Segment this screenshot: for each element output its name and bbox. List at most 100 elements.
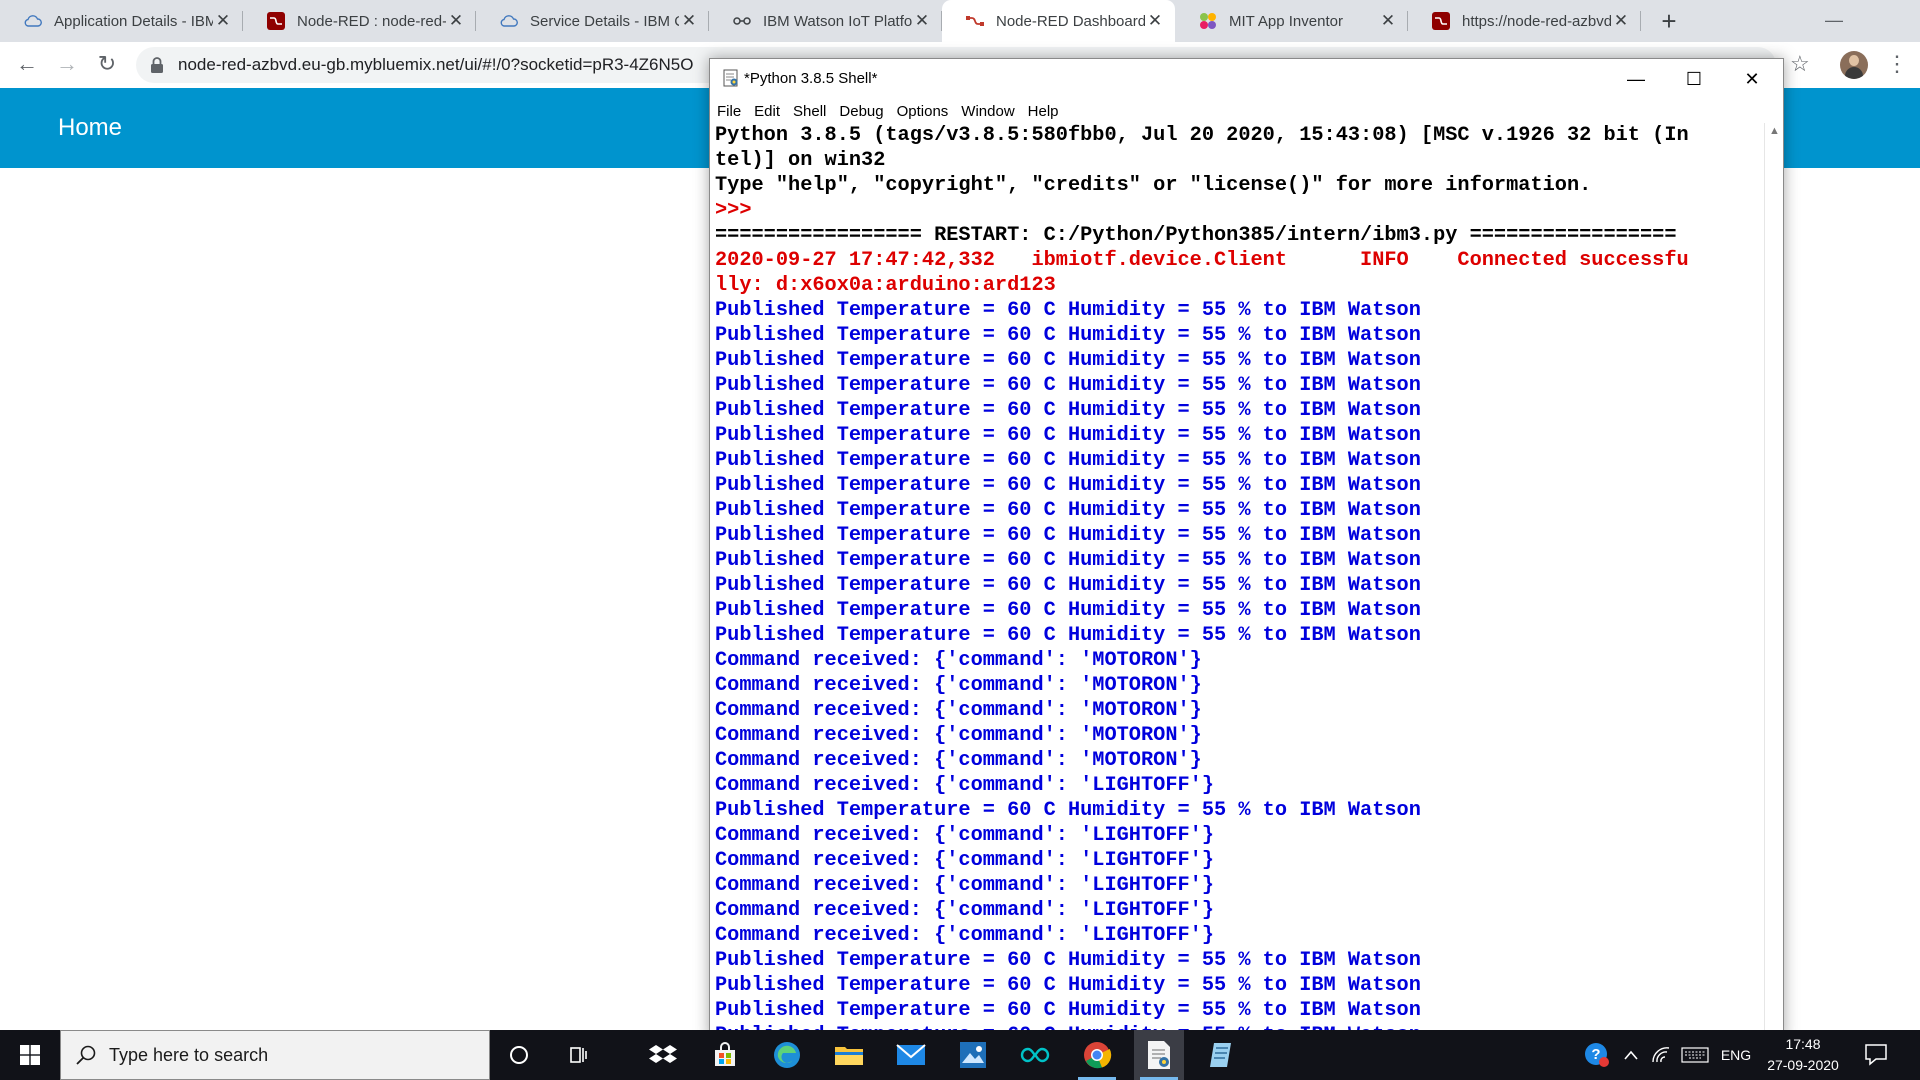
clock-time: 17:48 xyxy=(1785,1036,1821,1052)
browser-tab-strip: Application Details - IBM ✕ Node-RED : n… xyxy=(0,0,1920,42)
chevron-up-icon[interactable] xyxy=(1618,1030,1644,1080)
close-icon[interactable]: ✕ xyxy=(213,11,233,31)
tab-node-red-dashboard[interactable]: Node-RED Dashboard ✕ xyxy=(942,0,1175,42)
shell-line: Published Temperature = 60 C Humidity = … xyxy=(715,299,1421,322)
menu-options[interactable]: Options xyxy=(897,103,949,120)
shell-line: Command received: {'command': 'MOTORON'} xyxy=(715,699,1202,722)
menu-help[interactable]: Help xyxy=(1028,103,1059,120)
avatar[interactable] xyxy=(1840,51,1868,79)
maximize-button[interactable]: ☐ xyxy=(1665,59,1723,99)
tab-node-red-url[interactable]: https://node-red-azbvd ✕ xyxy=(1408,0,1641,42)
shell-line: Command received: {'command': 'LIGHTOFF'… xyxy=(715,824,1214,847)
shell-line: Command received: {'command': 'LIGHTOFF'… xyxy=(715,774,1214,797)
minimize-button[interactable]: — xyxy=(1607,59,1665,99)
shell-line: Python 3.8.5 (tags/v3.8.5:580fbb0, Jul 2… xyxy=(715,124,1689,147)
menu-bar: File Edit Shell Debug Options Window Hel… xyxy=(710,99,1783,123)
menu-file[interactable]: File xyxy=(717,103,741,120)
system-clock[interactable]: 17:48 27-09-2020 xyxy=(1758,1034,1848,1076)
bookmark-star-icon[interactable]: ☆ xyxy=(1790,51,1810,77)
windows-start-button[interactable] xyxy=(0,1030,60,1080)
tab-service-details[interactable]: Service Details - IBM Cl ✕ xyxy=(476,0,709,42)
menu-edit[interactable]: Edit xyxy=(754,103,780,120)
shell-line: Command received: {'command': 'MOTORON'} xyxy=(715,749,1202,772)
shell-line: Published Temperature = 60 C Humidity = … xyxy=(715,474,1421,497)
shell-line: Published Temperature = 60 C Humidity = … xyxy=(715,524,1421,547)
file-explorer-icon[interactable] xyxy=(824,1030,874,1080)
tab-title: MIT App Inventor xyxy=(1229,12,1343,30)
shell-line: Published Temperature = 60 C Humidity = … xyxy=(715,574,1421,597)
tab-node-red-editor[interactable]: Node-RED : node-red- ✕ xyxy=(243,0,476,42)
close-icon[interactable]: ✕ xyxy=(1378,11,1398,31)
lock-icon[interactable] xyxy=(150,57,164,73)
shell-line: Published Temperature = 60 C Humidity = … xyxy=(715,999,1421,1022)
taskbar-search-box[interactable]: Type here to search xyxy=(60,1030,490,1080)
reload-icon[interactable]: ↻ xyxy=(92,49,122,79)
close-icon[interactable]: ✕ xyxy=(1611,11,1631,31)
edge-icon[interactable] xyxy=(762,1030,812,1080)
vertical-scrollbar[interactable]: ▲ xyxy=(1764,123,1783,1039)
task-view-icon[interactable] xyxy=(554,1030,604,1080)
photos-icon[interactable] xyxy=(948,1030,998,1080)
app-inventor-icon xyxy=(1199,12,1217,30)
wifi-icon[interactable] xyxy=(1648,1030,1674,1080)
python-file-icon xyxy=(722,69,740,87)
keyboard-icon[interactable] xyxy=(1678,1030,1712,1080)
window-title-bar[interactable]: *Python 3.8.5 Shell* — ☐ ✕ xyxy=(710,59,1783,99)
dropbox-icon[interactable] xyxy=(638,1030,688,1080)
mail-icon[interactable] xyxy=(886,1030,936,1080)
close-icon[interactable]: ✕ xyxy=(912,11,932,31)
shell-line: Published Temperature = 60 C Humidity = … xyxy=(715,624,1421,647)
tab-watson-iot[interactable]: IBM Watson IoT Platform ✕ xyxy=(709,0,942,42)
notepad-icon[interactable] xyxy=(1196,1030,1246,1080)
shell-line: Command received: {'command': 'MOTORON'} xyxy=(715,649,1202,672)
close-button[interactable]: ✕ xyxy=(1723,59,1781,99)
svg-text:?: ? xyxy=(1591,1046,1600,1063)
node-red-dashboard-icon xyxy=(966,12,984,30)
shell-line: ================= RESTART: C:/Python/Pyt… xyxy=(715,224,1677,247)
action-center-icon[interactable] xyxy=(1864,1042,1888,1066)
help-icon[interactable]: ? xyxy=(1580,1030,1614,1080)
shell-line: Command received: {'command': 'LIGHTOFF'… xyxy=(715,849,1214,872)
shell-line: Published Temperature = 60 C Humidity = … xyxy=(715,974,1421,997)
shell-line: Command received: {'command': 'MOTORON'} xyxy=(715,724,1202,747)
menu-window[interactable]: Window xyxy=(961,103,1014,120)
node-red-icon xyxy=(1432,12,1450,30)
page-title: Home xyxy=(58,114,123,141)
chrome-icon[interactable] xyxy=(1072,1030,1122,1080)
windows-logo-icon xyxy=(20,1045,40,1065)
shell-line: Command received: {'command': 'MOTORON'} xyxy=(715,674,1202,697)
tab-mit-app-inventor[interactable]: MIT App Inventor ✕ xyxy=(1175,0,1408,42)
shell-line: Published Temperature = 60 C Humidity = … xyxy=(715,549,1421,572)
iot-platform-icon xyxy=(733,12,751,30)
shell-line: Published Temperature = 60 C Humidity = … xyxy=(715,349,1421,372)
more-menu-icon[interactable]: ⋮ xyxy=(1886,51,1908,77)
tab-title: Service Details - IBM Cl xyxy=(530,12,679,30)
new-tab-button[interactable]: + xyxy=(1654,6,1684,36)
input-language[interactable]: ENG xyxy=(1716,1030,1756,1080)
shell-output[interactable]: Python 3.8.5 (tags/v3.8.5:580fbb0, Jul 2… xyxy=(715,123,1760,1039)
shell-line: 2020-09-27 17:47:42,332 ibmiotf.device.C… xyxy=(715,249,1689,272)
scroll-up-icon[interactable]: ▲ xyxy=(1769,125,1780,137)
node-red-icon xyxy=(267,12,285,30)
shell-line: tel)] on win32 xyxy=(715,149,886,172)
arduino-icon[interactable] xyxy=(1010,1030,1060,1080)
store-icon[interactable] xyxy=(700,1030,750,1080)
shell-line: Published Temperature = 60 C Humidity = … xyxy=(715,399,1421,422)
url-text: node-red-azbvd.eu-gb.mybluemix.net/ui/#!… xyxy=(178,55,694,74)
cortana-icon[interactable] xyxy=(494,1030,544,1080)
tab-title: Application Details - IBM xyxy=(54,12,213,30)
menu-shell[interactable]: Shell xyxy=(793,103,826,120)
tab-application-details[interactable]: Application Details - IBM ✕ xyxy=(0,0,243,42)
menu-debug[interactable]: Debug xyxy=(839,103,883,120)
shell-line: Published Temperature = 60 C Humidity = … xyxy=(715,499,1421,522)
back-arrow-icon[interactable]: ← xyxy=(12,49,42,79)
shell-line: Published Temperature = 60 C Humidity = … xyxy=(715,799,1421,822)
idle-icon[interactable] xyxy=(1134,1030,1184,1080)
browser-minimize-button[interactable]: — xyxy=(1806,0,1862,42)
close-icon[interactable]: ✕ xyxy=(679,11,699,31)
forward-arrow-icon[interactable]: → xyxy=(52,49,82,79)
shell-line: Published Temperature = 60 C Humidity = … xyxy=(715,324,1421,347)
tab-title: Node-RED : node-red- xyxy=(297,12,446,30)
close-icon[interactable]: ✕ xyxy=(446,11,466,31)
close-icon[interactable]: ✕ xyxy=(1145,11,1165,31)
